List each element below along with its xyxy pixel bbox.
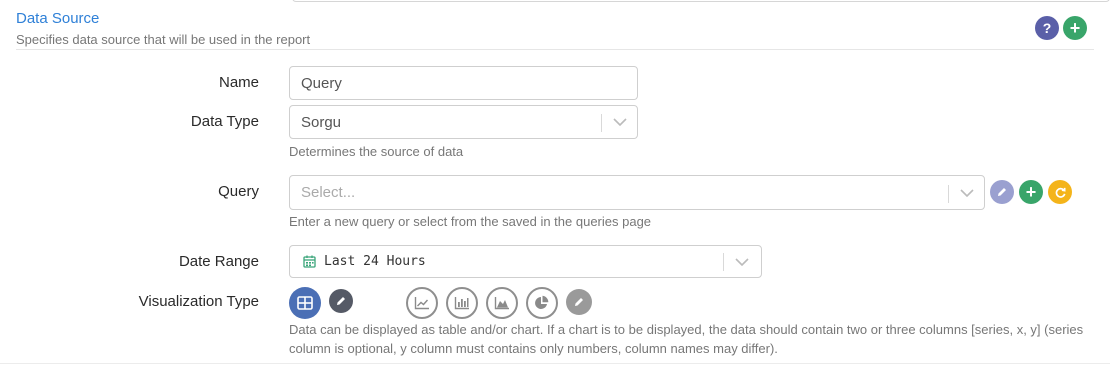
date-range-label: Date Range: [178, 253, 259, 270]
query-placeholder: Select...: [301, 184, 356, 201]
name-input[interactable]: Query: [289, 66, 638, 100]
name-label: Name: [218, 74, 259, 91]
section-divider: [16, 49, 1094, 50]
pie-chart-icon: [535, 295, 549, 309]
date-range-value: Last 24 Hours: [324, 254, 426, 269]
pencil-icon: [337, 297, 345, 305]
data-type-label: Data Type: [190, 113, 259, 130]
query-select[interactable]: Select...: [289, 175, 985, 210]
question-icon: ?: [1042, 20, 1052, 36]
chevron-down-icon[interactable]: [602, 106, 638, 138]
name-value: Query: [301, 74, 342, 92]
line-chart-icon: [414, 297, 429, 310]
add-section-button[interactable]: +: [1063, 16, 1087, 40]
table-icon: [297, 296, 313, 310]
data-type-help: Determines the source of data: [289, 144, 464, 159]
visualization-help: Data can be displayed as table and/or ch…: [289, 322, 1084, 356]
viz-bar-chart-button[interactable]: [446, 287, 478, 319]
chevron-down-icon[interactable]: [724, 246, 760, 277]
data-type-value: Sorgu: [301, 113, 342, 131]
section-subtitle: Specifies data source that will be used …: [16, 32, 311, 47]
viz-area-chart-button[interactable]: [486, 287, 518, 319]
data-type-select[interactable]: Sorgu: [289, 105, 638, 139]
add-query-button[interactable]: +: [1019, 180, 1043, 204]
viz-table-button[interactable]: [289, 287, 321, 319]
viz-chart-edit-button[interactable]: [566, 289, 592, 315]
query-help: Enter a new query or select from the sav…: [289, 214, 652, 229]
calendar-icon: [303, 255, 316, 268]
section-title: Data Source: [16, 10, 100, 27]
date-range-select[interactable]: Last 24 Hours: [289, 245, 762, 278]
plus-icon: +: [1069, 18, 1081, 38]
bar-chart-icon: [454, 297, 469, 310]
edit-query-button[interactable]: [990, 180, 1014, 204]
help-button[interactable]: ?: [1035, 16, 1059, 40]
chevron-down-icon[interactable]: [949, 176, 985, 209]
pencil-icon: [998, 188, 1006, 196]
query-label: Query: [218, 183, 259, 200]
plus-icon: +: [1025, 182, 1037, 202]
pencil-icon: [575, 298, 583, 306]
visualization-label: Visualization Type: [138, 293, 259, 310]
bottom-divider: [0, 363, 1110, 364]
viz-table-edit-button[interactable]: [329, 289, 353, 313]
refresh-icon: [1055, 187, 1066, 198]
previous-field-bottom-edge: [292, 0, 1110, 2]
area-chart-icon: [494, 297, 509, 310]
viz-pie-chart-button[interactable]: [526, 287, 558, 319]
refresh-query-button[interactable]: [1048, 180, 1072, 204]
viz-line-chart-button[interactable]: [406, 287, 438, 319]
